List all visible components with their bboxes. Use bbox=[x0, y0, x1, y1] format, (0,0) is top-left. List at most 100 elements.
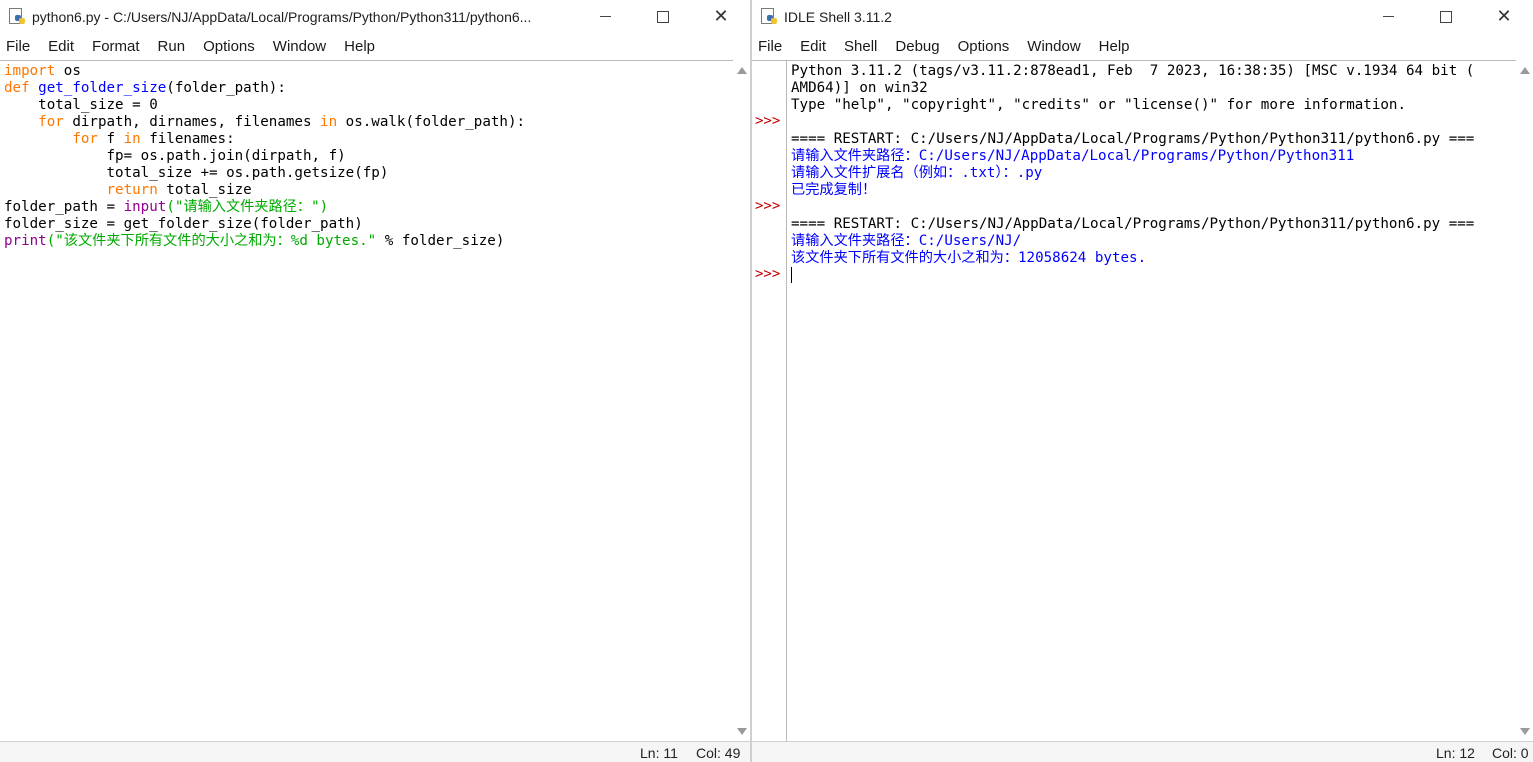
code-line: total_size += os.path.getsize(fp) bbox=[4, 165, 733, 182]
editor-titlebar: python6.py - C:/Users/NJ/AppData/Local/P… bbox=[0, 0, 750, 33]
menu-format[interactable]: Format bbox=[83, 33, 149, 60]
editor-status-col: Col: 49 bbox=[696, 745, 741, 761]
shell-output-line: AMD64)] on win32 bbox=[791, 80, 928, 96]
shell-statusbar: Ln: 12 Col: 0 bbox=[752, 741, 1533, 762]
shell-output-line: ==== RESTART: C:/Users/NJ/AppData/Local/… bbox=[791, 216, 1475, 232]
menu-edit[interactable]: Edit bbox=[791, 33, 835, 60]
menu-debug[interactable]: Debug bbox=[886, 33, 948, 60]
code-line: total_size = 0 bbox=[4, 97, 733, 114]
code-token: get_folder_size bbox=[38, 80, 167, 96]
code-listing: import os def get_folder_size(folder_path… bbox=[4, 63, 733, 250]
scroll-down-icon[interactable] bbox=[737, 728, 747, 735]
editor-text-area[interactable]: import os def get_folder_size(folder_path… bbox=[0, 60, 733, 742]
scroll-down-icon[interactable] bbox=[1520, 728, 1530, 735]
shell-title: IDLE Shell 3.11.2 bbox=[784, 8, 892, 25]
shell-output-line: 请输入文件扩展名（例如：.txt）：.py bbox=[791, 165, 1043, 181]
code-line: return total_size bbox=[4, 182, 733, 199]
code-token: folder_size = get_folder_size(folder_pat… bbox=[4, 216, 363, 232]
code-line: def get_folder_size(folder_path): bbox=[4, 80, 733, 97]
code-token: dirpath, dirnames, filenames bbox=[63, 114, 321, 130]
code-token: folder_path = bbox=[4, 199, 124, 215]
code-token: in bbox=[123, 131, 141, 147]
shell-prompt-sidebar: >>> >>> >>> bbox=[752, 60, 787, 742]
code-token: total_size += os.path.getsize(fp) bbox=[4, 165, 389, 181]
editor-minimize-button[interactable] bbox=[576, 0, 634, 33]
menu-file[interactable]: File bbox=[752, 33, 791, 60]
shell-output-line: ==== RESTART: C:/Users/NJ/AppData/Local/… bbox=[791, 131, 1475, 147]
menu-options[interactable]: Options bbox=[194, 33, 264, 60]
code-token: os.walk(folder_path): bbox=[337, 114, 526, 130]
code-token: return bbox=[106, 182, 158, 198]
menu-window[interactable]: Window bbox=[264, 33, 335, 60]
code-token: os bbox=[55, 63, 81, 79]
minimize-icon bbox=[1382, 16, 1394, 17]
python-file-icon bbox=[760, 7, 778, 26]
editor-maximize-button[interactable] bbox=[634, 0, 692, 33]
scroll-up-icon[interactable] bbox=[1520, 67, 1530, 74]
minimize-icon bbox=[599, 16, 611, 17]
shell-maximize-button[interactable] bbox=[1417, 0, 1475, 33]
menu-help[interactable]: Help bbox=[1090, 33, 1139, 60]
editor-scrollbar[interactable] bbox=[733, 60, 750, 742]
code-token: ("请输入文件夹路径：") bbox=[166, 199, 329, 215]
text-cursor bbox=[791, 267, 792, 283]
maximize-icon bbox=[1440, 10, 1452, 23]
code-token: filenames: bbox=[140, 131, 235, 147]
menu-file[interactable]: File bbox=[0, 33, 39, 60]
code-token: ("该文件夹下所有文件的大小之和为：%d bytes." bbox=[46, 233, 377, 249]
shell-minimize-button[interactable] bbox=[1359, 0, 1417, 33]
code-token: print bbox=[4, 233, 47, 249]
editor-menubar: File Edit Format Run Options Window Help bbox=[0, 33, 750, 60]
maximize-icon bbox=[657, 10, 669, 23]
shell-output-line: 该文件夹下所有文件的大小之和为：12058624 bytes. bbox=[791, 250, 1147, 266]
shell-scrollbar[interactable] bbox=[1516, 60, 1533, 742]
shell-output-line: Python 3.11.2 (tags/v3.11.2:878ead1, Feb… bbox=[791, 63, 1475, 79]
close-icon: ✕ bbox=[713, 5, 729, 27]
shell-close-button[interactable]: ✕ bbox=[1475, 0, 1533, 33]
shell-output-line: 请输入文件夹路径：C:/Users/NJ/ bbox=[791, 233, 1022, 249]
editor-statusbar: Ln: 11 Col: 49 bbox=[0, 741, 750, 762]
code-line: for dirpath, dirnames, filenames in os.w… bbox=[4, 114, 733, 131]
shell-input-line[interactable] bbox=[791, 267, 1516, 284]
shell-output-line: Type "help", "copyright", "credits" or "… bbox=[791, 97, 1406, 113]
menu-options[interactable]: Options bbox=[949, 33, 1019, 60]
shell-prompt: >>> bbox=[755, 198, 781, 214]
shell-prompt: >>> bbox=[755, 113, 781, 129]
code-token: f bbox=[97, 131, 124, 147]
shell-text-area[interactable]: Python 3.11.2 (tags/v3.11.2:878ead1, Feb… bbox=[787, 60, 1516, 742]
code-line: folder_size = get_folder_size(folder_pat… bbox=[4, 216, 733, 233]
code-token: in bbox=[320, 114, 338, 130]
menu-help[interactable]: Help bbox=[335, 33, 384, 60]
shell-output-line bbox=[791, 199, 1516, 216]
editor-close-button[interactable]: ✕ bbox=[692, 0, 750, 33]
code-token: total_size = 0 bbox=[4, 97, 158, 113]
shell-output-line bbox=[791, 114, 1516, 131]
code-token: fp= os.path.join(dirpath, f) bbox=[4, 148, 346, 164]
menu-run[interactable]: Run bbox=[149, 33, 195, 60]
code-token: for bbox=[72, 131, 98, 147]
close-icon: ✕ bbox=[1496, 5, 1512, 27]
shell-menubar: File Edit Shell Debug Options Window Hel… bbox=[752, 33, 1533, 60]
shell-output-line: 已完成复制！ bbox=[791, 182, 877, 198]
code-token: def bbox=[4, 80, 30, 96]
code-token: total_size bbox=[157, 182, 252, 198]
menu-shell[interactable]: Shell bbox=[835, 33, 886, 60]
shell-status-ln: Ln: 12 bbox=[1436, 745, 1475, 761]
shell-window: IDLE Shell 3.11.2 ✕ File Edit Shell Debu… bbox=[752, 0, 1533, 762]
code-line: folder_path = input("请输入文件夹路径：") bbox=[4, 199, 733, 216]
code-line: for f in filenames: bbox=[4, 131, 733, 148]
code-token: input bbox=[123, 199, 167, 215]
shell-titlebar: IDLE Shell 3.11.2 ✕ bbox=[752, 0, 1533, 33]
editor-title: python6.py - C:/Users/NJ/AppData/Local/P… bbox=[32, 8, 532, 25]
code-token: (folder_path): bbox=[166, 80, 286, 96]
python-file-icon bbox=[8, 7, 26, 26]
menu-window[interactable]: Window bbox=[1018, 33, 1089, 60]
code-line: import os bbox=[4, 63, 733, 80]
scroll-up-icon[interactable] bbox=[737, 67, 747, 74]
code-line: fp= os.path.join(dirpath, f) bbox=[4, 148, 733, 165]
menu-edit[interactable]: Edit bbox=[39, 33, 83, 60]
